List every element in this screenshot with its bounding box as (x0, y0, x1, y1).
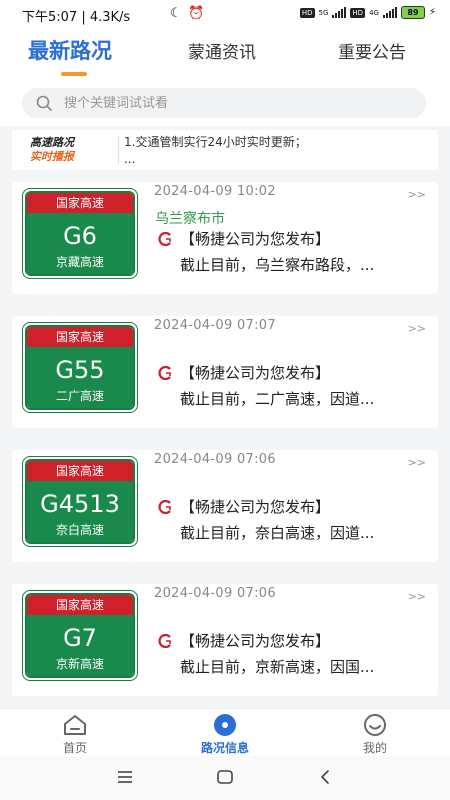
search-bar (0, 80, 450, 126)
card-time: 2024-04-09 10:02 (154, 184, 276, 199)
card-source: 【畅捷公司为您发布】 (156, 496, 330, 517)
sign-category: 国家高速 (27, 461, 133, 481)
card-title: 【畅捷公司为您发布】 (180, 364, 331, 382)
bottom-nav: 首页 路况信息 我的 (0, 708, 450, 757)
home-icon (64, 715, 86, 735)
sign-category: 国家高速 (27, 595, 133, 615)
active-tab-indicator (61, 72, 87, 76)
logo-line1: 高速路况 (30, 136, 74, 149)
top-tabs: 最新路况 蒙通资讯 重要公告 (0, 28, 450, 80)
card-source: 【畅捷公司为您发布】 (156, 630, 330, 651)
card-time: 2024-04-09 07:06 (154, 452, 276, 467)
tab-announcements[interactable]: 重要公告 (338, 38, 406, 63)
highway-sign: 国家高速 G4513 奈白高速 (22, 456, 138, 547)
nav-home[interactable]: 首页 (35, 713, 115, 756)
nav-road-info-label: 路况信息 (200, 741, 249, 755)
card-region: 乌兰察布市 (155, 211, 225, 227)
sign-code: G4513 (40, 490, 120, 518)
card-description: 截止目前，乌兰察布路段，... (180, 256, 375, 274)
network-4g-label: 4G (369, 8, 379, 17)
sign-name: 二广高速 (55, 389, 104, 403)
nav-home-label: 首页 (62, 741, 87, 755)
road-info-icon (214, 714, 236, 736)
highway-sign: 国家高速 G55 二广高速 (22, 322, 138, 413)
hd-badge-1: HD (299, 7, 315, 18)
hd-badge-2: HD (350, 7, 366, 18)
moon-icon: ☾ (170, 6, 182, 21)
tab-mengtong-news[interactable]: 蒙通资讯 (188, 38, 256, 63)
sign-category: 国家高速 (27, 327, 133, 347)
traffic-card-g7[interactable]: 国家高速 G7 京新高速 2024-04-09 07:06 >> 【畅捷公司为您… (12, 584, 438, 696)
card-source: 【畅捷公司为您发布】 (156, 228, 330, 249)
more-link[interactable]: >> (408, 322, 426, 335)
search-input[interactable] (62, 94, 366, 112)
notice-line2: ... (124, 152, 136, 166)
company-logo-icon (158, 633, 171, 648)
notice-line1: 1.交通管制实行24小时实时更新； (124, 135, 307, 149)
alarm-icon: ⏰ (188, 6, 205, 21)
traffic-card-g4513[interactable]: 国家高速 G4513 奈白高速 2024-04-09 07:06 >> 【畅捷公… (12, 450, 438, 562)
highway-sign: 国家高速 G7 京新高速 (22, 590, 138, 681)
company-logo-icon (158, 499, 171, 514)
sign-code: G55 (55, 356, 105, 384)
card-title: 【畅捷公司为您发布】 (180, 632, 331, 650)
status-bar: 下午5:07 | 4.3K/s ☾ ⏰ HD 5G HD 4G 89 ⚡ (0, 0, 450, 28)
nav-road-info[interactable]: 路况信息 (185, 713, 265, 756)
notice-text: 1.交通管制实行24小时实时更新； ... (124, 134, 307, 168)
home-button-icon[interactable] (216, 768, 234, 786)
more-link[interactable]: >> (408, 456, 426, 469)
sign-name: 京藏高速 (55, 255, 104, 269)
notice-divider (118, 136, 119, 164)
battery-icon: 89 (400, 6, 425, 19)
company-logo-icon (158, 365, 171, 380)
search-box[interactable] (22, 88, 426, 118)
sign-category: 国家高速 (27, 193, 133, 213)
status-right: HD 5G HD 4G 89 ⚡ (299, 6, 436, 19)
card-description: 截止目前，京新高速，因国... (180, 658, 375, 676)
charging-icon: ⚡ (428, 7, 436, 18)
nav-profile-label: 我的 (362, 741, 387, 755)
status-time-speed: 下午5:07 | 4.3K/s (22, 10, 131, 25)
signal-icon-2 (382, 7, 397, 18)
profile-icon (364, 714, 386, 736)
signal-icon-1 (332, 7, 347, 18)
more-link[interactable]: >> (408, 590, 426, 603)
traffic-card-g55[interactable]: 国家高速 G55 二广高速 2024-04-09 07:07 >> 【畅捷公司为… (12, 316, 438, 428)
card-title: 【畅捷公司为您发布】 (180, 230, 331, 248)
sign-code: G7 (63, 624, 97, 652)
card-source: 【畅捷公司为您发布】 (156, 362, 330, 383)
company-logo-icon (156, 229, 174, 248)
highway-sign: 国家高速 G6 京藏高速 (22, 188, 138, 279)
menu-icon[interactable] (116, 768, 134, 786)
logo-line2: 实时播报 (30, 150, 74, 163)
tab-latest-traffic[interactable]: 最新路况 (28, 35, 112, 65)
more-link[interactable]: >> (408, 188, 426, 201)
back-icon[interactable] (316, 768, 334, 786)
card-title: 【畅捷公司为您发布】 (180, 498, 331, 516)
card-time: 2024-04-09 07:06 (154, 586, 276, 601)
search-icon (36, 95, 52, 111)
live-broadcast-logo: 高速路况 实时播报 (30, 136, 110, 164)
live-notice-bar[interactable]: 高速路况 实时播报 1.交通管制实行24小时实时更新； ... (12, 130, 438, 170)
traffic-card-g6[interactable]: 国家高速 G6 京藏高速 2024-04-09 10:02 >> 乌兰察布市 【… (12, 182, 438, 294)
card-time: 2024-04-09 07:07 (154, 318, 276, 333)
sign-name: 京新高速 (55, 657, 104, 671)
nav-profile[interactable]: 我的 (335, 713, 415, 756)
sign-name: 奈白高速 (55, 523, 104, 537)
sign-code: G6 (63, 222, 97, 250)
card-description: 截止目前，奈白高速，因道... (180, 524, 375, 542)
network-5g-label: 5G (318, 8, 329, 17)
system-nav-bar (0, 756, 450, 800)
card-description: 截止目前，二广高速，因道... (180, 390, 375, 408)
